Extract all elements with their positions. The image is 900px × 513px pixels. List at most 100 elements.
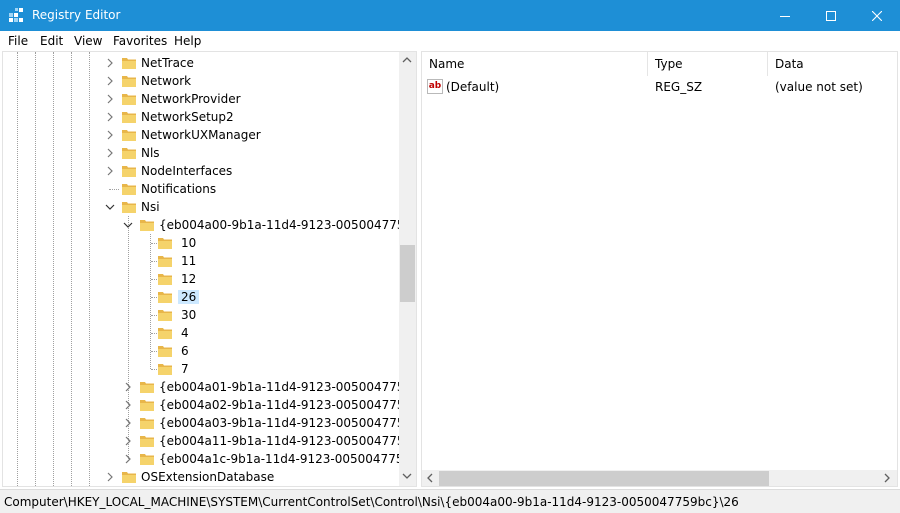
tree-item-label: {eb004a01-9b1a-11d4-9123-0050047759bc} (159, 380, 417, 394)
value-name: (Default) (446, 80, 500, 94)
menu-help[interactable]: Help (174, 34, 201, 48)
minimize-button[interactable] (762, 0, 808, 31)
tree-item[interactable]: 6 (3, 342, 399, 360)
tree-item[interactable]: {eb004a03-9b1a-11d4-9123-0050047759bc} (3, 414, 416, 432)
tree-item-label: {eb004a02-9b1a-11d4-9123-0050047759bc} (159, 398, 417, 412)
key-tree-pane[interactable]: NetTrace Network NetworkProvider NetworkSet… (2, 51, 417, 487)
tree-item[interactable]: 7 (3, 360, 399, 378)
tree-item-label: 11 (181, 254, 197, 268)
tree-item[interactable]: NetworkProvider (3, 90, 399, 108)
tree-item[interactable]: NetworkUXManager (3, 126, 399, 144)
tree-item[interactable]: Nsi (3, 198, 399, 216)
tree-vertical-scrollbar[interactable] (399, 52, 416, 486)
folder-icon (158, 238, 172, 249)
folder-icon (122, 184, 136, 195)
tree-item[interactable]: {eb004a00-9b1a-11d4-9123-0050047759bc} (3, 216, 416, 234)
tree-item-label: {eb004a11-9b1a-11d4-9123-0050047759bc} (159, 434, 417, 448)
folder-icon (122, 472, 136, 483)
tree-item-label: Nls (141, 146, 160, 160)
scroll-right-icon[interactable] (883, 473, 891, 483)
chevron-right-icon[interactable] (123, 436, 133, 446)
tree-item-label: 12 (181, 272, 197, 286)
folder-icon (158, 310, 172, 321)
tree-item[interactable]: Notifications (3, 180, 399, 198)
tree-item-label: NetworkProvider (141, 92, 241, 106)
menu-file[interactable]: File (8, 34, 28, 48)
chevron-right-icon[interactable] (105, 130, 115, 140)
tree-scroll-thumb[interactable] (400, 245, 415, 302)
folder-icon (158, 256, 172, 267)
chevron-right-icon[interactable] (105, 166, 115, 176)
chevron-right-icon[interactable] (123, 382, 133, 392)
menu-bar: File Edit View Favorites Help (0, 31, 900, 50)
values-pane[interactable]: Name Type Data ab (Default) REG_SZ (valu… (421, 51, 898, 487)
minimize-icon (780, 15, 790, 17)
folder-icon (122, 148, 136, 159)
chevron-right-icon[interactable] (105, 94, 115, 104)
chevron-down-icon[interactable] (123, 220, 133, 230)
tree-item[interactable]: OSExtensionDatabase (3, 468, 399, 486)
tree-item[interactable]: {eb004a02-9b1a-11d4-9123-0050047759bc} (3, 396, 416, 414)
values-scroll-thumb[interactable] (439, 471, 769, 486)
folder-icon (122, 112, 136, 123)
scroll-left-icon[interactable] (426, 473, 434, 483)
values-horizontal-scrollbar[interactable] (422, 470, 897, 486)
folder-icon (122, 76, 136, 87)
tree-item-label: 4 (181, 326, 189, 340)
tree-item[interactable]: Nls (3, 144, 399, 162)
tree-item[interactable]: 12 (3, 270, 399, 288)
tree-item[interactable]: {eb004a1c-9b1a-11d4-9123-0050047759bc} (3, 450, 416, 468)
tree-item-label: 10 (181, 236, 197, 250)
maximize-button[interactable] (808, 0, 854, 31)
menu-edit[interactable]: Edit (40, 34, 63, 48)
folder-icon (140, 382, 154, 393)
close-button[interactable] (854, 0, 900, 31)
column-header-data[interactable]: Data (768, 52, 897, 76)
folder-icon (140, 220, 154, 231)
tree-item-label: 6 (181, 344, 189, 358)
value-type: REG_SZ (655, 80, 703, 94)
chevron-down-icon[interactable] (105, 202, 115, 212)
tree-item[interactable]: NetworkSetup2 (3, 108, 399, 126)
column-header-type[interactable]: Type (648, 52, 768, 76)
menu-view[interactable]: View (74, 34, 102, 48)
tree-item-label: NetworkUXManager (141, 128, 261, 142)
chevron-right-icon[interactable] (123, 418, 133, 428)
tree-item[interactable]: NetTrace (3, 54, 399, 72)
folder-icon (140, 400, 154, 411)
column-header-name[interactable]: Name (422, 52, 648, 76)
menu-favorites[interactable]: Favorites (113, 34, 167, 48)
tree-item-label: NetworkSetup2 (141, 110, 234, 124)
tree-item[interactable]: 30 (3, 306, 399, 324)
folder-icon (158, 274, 172, 285)
maximize-icon (826, 10, 836, 21)
chevron-right-icon[interactable] (105, 472, 115, 482)
tree-item[interactable]: Network (3, 72, 399, 90)
tree-item[interactable]: 11 (3, 252, 399, 270)
registry-icon (9, 8, 23, 22)
tree-item[interactable]: NodeInterfaces (3, 162, 399, 180)
chevron-right-icon[interactable] (123, 400, 133, 410)
chevron-right-icon[interactable] (105, 58, 115, 68)
folder-icon (140, 418, 154, 429)
folder-icon (158, 328, 172, 339)
value-row[interactable]: ab (Default) REG_SZ (value not set) (422, 78, 897, 96)
folder-icon (158, 292, 172, 303)
chevron-right-icon[interactable] (105, 148, 115, 158)
scroll-up-icon[interactable] (402, 56, 412, 64)
folder-icon (122, 202, 136, 213)
tree-item[interactable]: 26 (3, 288, 399, 306)
chevron-right-icon[interactable] (123, 454, 133, 464)
window-title: Registry Editor (32, 8, 121, 22)
tree-item[interactable]: 10 (3, 234, 399, 252)
tree-item[interactable]: {eb004a01-9b1a-11d4-9123-0050047759bc} (3, 378, 416, 396)
tree-item[interactable]: 4 (3, 324, 399, 342)
chevron-right-icon[interactable] (105, 76, 115, 86)
tree-item[interactable]: {eb004a11-9b1a-11d4-9123-0050047759bc} (3, 432, 416, 450)
folder-icon (122, 166, 136, 177)
tree-item-label: {eb004a03-9b1a-11d4-9123-0050047759bc} (159, 416, 417, 430)
folder-icon (158, 346, 172, 357)
scroll-down-icon[interactable] (402, 472, 412, 480)
tree-item-label: {eb004a1c-9b1a-11d4-9123-0050047759bc} (159, 452, 417, 466)
chevron-right-icon[interactable] (105, 112, 115, 122)
